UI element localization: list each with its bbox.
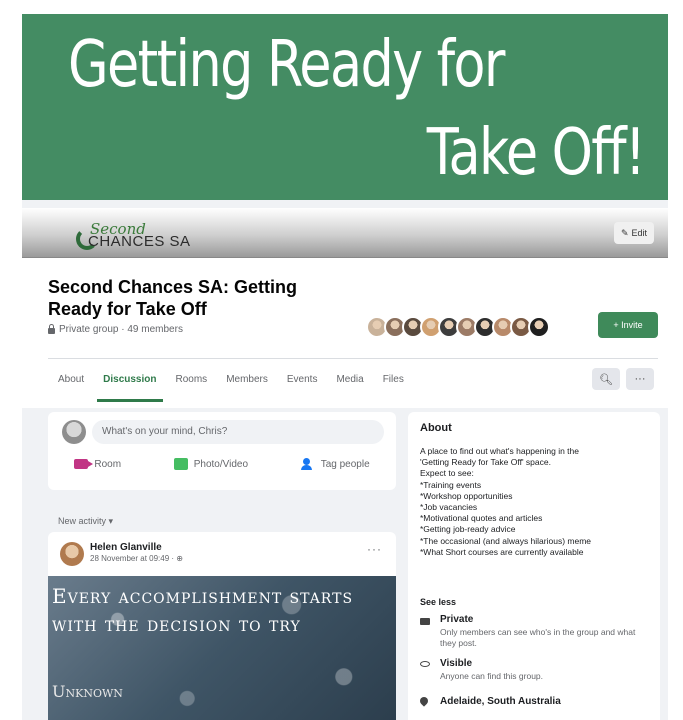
- group-meta: Private group · 49 members: [48, 323, 183, 335]
- tab-files[interactable]: Files: [383, 368, 404, 398]
- group-header: Second Chances SA: Getting Ready for Tak…: [22, 258, 668, 408]
- tab-rooms[interactable]: Rooms: [176, 368, 208, 398]
- post-timestamp[interactable]: 28 November at 09:49 · ⊕: [90, 554, 183, 563]
- tab-discussion[interactable]: Discussion: [97, 368, 163, 402]
- cover-photo: Second CHANCES SA ✎ Edit: [22, 208, 668, 258]
- search-button[interactable]: 🔍︎: [592, 368, 620, 390]
- lock-icon: [48, 323, 55, 334]
- pencil-icon: ✎: [620, 227, 629, 238]
- room-label: Room: [94, 458, 122, 470]
- feed-post: Helen Glanville 28 November at 09:49 · ⊕…: [48, 532, 396, 720]
- group-title: Second Chances SA: Getting Ready for Tak…: [48, 277, 298, 319]
- more-options-button[interactable]: ···: [626, 368, 654, 390]
- lock-icon: [420, 618, 430, 625]
- tag-people-icon: [300, 458, 315, 470]
- post-image[interactable]: Every accomplishment starts with the dec…: [48, 576, 396, 720]
- about-description-line: *The occasional (and always hilarious) m…: [420, 535, 592, 546]
- post-more-button[interactable]: ···: [367, 542, 382, 556]
- title-banner: Getting Ready for Take Off!: [22, 14, 668, 200]
- photo-video-button[interactable]: Photo/Video: [173, 458, 249, 470]
- photo-label: Photo/Video: [193, 458, 249, 470]
- group-meta-text: Private group · 49 members: [59, 324, 183, 335]
- quote-text: Every accomplishment starts with the dec…: [52, 584, 354, 636]
- about-description-line: *Training events: [420, 479, 482, 490]
- banner-line-2: Take Off!: [426, 116, 645, 190]
- feed-sort-dropdown[interactable]: New activity ▾: [58, 516, 113, 527]
- author-avatar[interactable]: [60, 542, 84, 566]
- video-room-icon: [74, 459, 94, 469]
- about-description-line: *Job vacancies: [420, 502, 478, 513]
- member-avatars[interactable]: [366, 316, 550, 338]
- tag-people-button[interactable]: Tag people: [300, 458, 370, 470]
- tab-media[interactable]: Media: [336, 368, 363, 398]
- composer-input[interactable]: What's on your mind, Chris?: [92, 420, 384, 444]
- privacy-title: Private: [440, 614, 474, 625]
- eye-icon: [420, 661, 430, 667]
- about-description-line: *What Short courses are currently availa…: [420, 546, 584, 557]
- tab-events[interactable]: Events: [287, 368, 318, 398]
- about-description-line: A place to find out what's happening in …: [420, 446, 579, 456]
- about-heading: About: [420, 422, 452, 434]
- edit-label: Edit: [631, 228, 648, 238]
- about-description-line: *Workshop opportunities: [420, 490, 513, 501]
- about-description-line: *Motivational quotes and articles: [420, 513, 543, 524]
- header-divider: [48, 358, 658, 359]
- post-author[interactable]: Helen Glanville: [90, 542, 162, 553]
- member-avatar[interactable]: [528, 316, 550, 338]
- invite-button[interactable]: + Invite: [598, 312, 658, 338]
- tab-members[interactable]: Members: [226, 368, 268, 398]
- logo-wordmark: CHANCES SA: [88, 233, 191, 250]
- location-title: Adelaide, South Australia: [440, 696, 561, 707]
- search-icon: 🔍︎: [599, 373, 613, 386]
- post-composer: What's on your mind, Chris? Room Photo/V…: [48, 412, 396, 490]
- edit-cover-button[interactable]: ✎ Edit: [614, 222, 654, 244]
- location-pin-icon: [418, 695, 430, 707]
- about-description-line: *Getting job-ready advice: [420, 524, 516, 535]
- tag-label: Tag people: [320, 458, 370, 470]
- about-description-line: Expect to see:: [420, 468, 474, 479]
- photo-icon: [173, 458, 188, 470]
- visibility-title: Visible: [440, 658, 473, 669]
- visibility-description: Anyone can find this group.: [440, 671, 544, 681]
- see-less-link[interactable]: See less: [420, 597, 456, 607]
- composer-actions: Room Photo/Video Tag people: [48, 458, 396, 470]
- avatar[interactable]: [62, 420, 86, 444]
- group-tabs: About Discussion Rooms Members Events Media Fi…: [58, 368, 423, 402]
- group-page: Second CHANCES SA ✎ Edit Second Chances …: [22, 200, 668, 720]
- about-description: A place to find out what's happening in …: [420, 446, 656, 558]
- room-button[interactable]: Room: [74, 458, 121, 470]
- privacy-description: Only members can see who's in the group …: [440, 627, 636, 648]
- banner-line-1: Getting Ready for: [68, 28, 505, 102]
- about-description-line: 'Getting Ready for Take Off' space.: [420, 457, 551, 468]
- about-panel: About A place to find out what's happeni…: [408, 412, 660, 720]
- tab-about[interactable]: About: [58, 368, 84, 398]
- group-logo: Second CHANCES SA: [76, 220, 226, 254]
- quote-source: Unknown: [52, 682, 123, 701]
